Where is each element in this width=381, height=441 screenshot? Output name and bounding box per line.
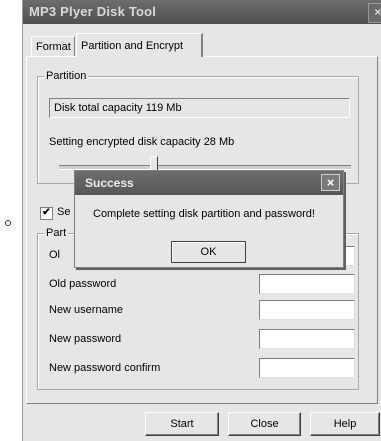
new-username-label: New username xyxy=(49,304,123,316)
password-group-label: Part xyxy=(44,226,69,240)
window-close-button[interactable]: × xyxy=(368,3,381,23)
set-password-checkbox-label: Se xyxy=(57,206,71,218)
old-password-input[interactable] xyxy=(259,274,355,294)
window-title: MP3 Plyer Disk Tool xyxy=(29,4,157,19)
success-dialog-title: Success xyxy=(85,176,134,190)
tab-partition-encrypt[interactable]: Partition and Encrypt xyxy=(76,33,203,57)
old-username-label: Ol xyxy=(49,249,60,261)
radio-marker-icon xyxy=(5,220,11,226)
close-button[interactable]: Close xyxy=(228,412,301,436)
start-button[interactable]: Start xyxy=(145,412,219,436)
success-message: Complete setting disk partition and pass… xyxy=(93,208,315,220)
new-password-confirm-input[interactable] xyxy=(259,358,355,378)
success-dialog: Success × Complete setting disk partitio… xyxy=(74,170,344,268)
new-password-input[interactable] xyxy=(259,329,355,349)
partition-group-label: Partition xyxy=(44,69,89,83)
disk-tool-dialog: MP3 Plyer Disk Tool × Format Partition a… xyxy=(22,0,381,441)
success-dialog-titlebar[interactable]: Success × xyxy=(75,171,343,195)
tab-format[interactable]: Format xyxy=(31,36,75,56)
set-password-checkbox[interactable]: ✔ xyxy=(40,207,53,220)
new-username-input[interactable] xyxy=(259,300,355,320)
new-password-confirm-label: New password confirm xyxy=(49,362,161,374)
window-titlebar[interactable]: MP3 Plyer Disk Tool × xyxy=(23,0,381,24)
new-password-label: New password xyxy=(49,333,122,345)
ok-button[interactable]: OK xyxy=(171,241,246,263)
help-button[interactable]: Help xyxy=(310,412,380,436)
disk-total-capacity-field: Disk total capacity 119 Mb xyxy=(49,98,350,118)
old-password-label: Old password xyxy=(49,278,117,290)
success-dialog-close-button[interactable]: × xyxy=(321,174,340,191)
encrypted-capacity-label: Setting encrypted disk capacity 28 Mb xyxy=(49,136,235,148)
